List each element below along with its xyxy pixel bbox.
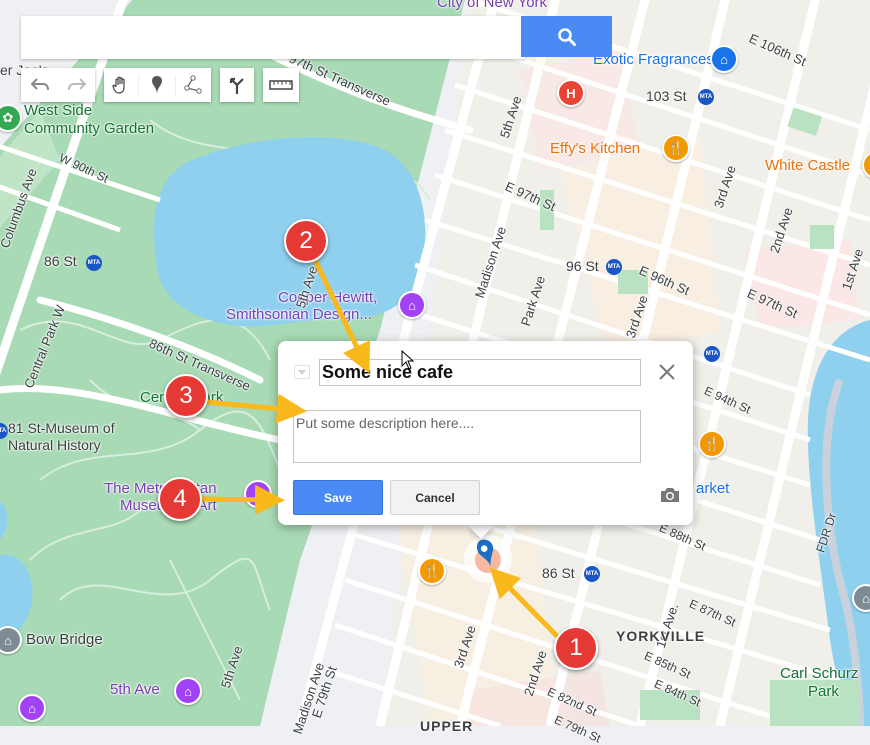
- search-input[interactable]: [21, 16, 525, 59]
- redo-button[interactable]: [58, 78, 95, 92]
- hospital-icon[interactable]: H: [557, 79, 585, 107]
- pan-tool-button[interactable]: [104, 75, 140, 95]
- museum-icon[interactable]: ⌂: [398, 291, 426, 319]
- measure-button[interactable]: [263, 68, 299, 102]
- ruler-icon: [269, 80, 293, 90]
- carl-schurz-label-1: Carl Schurz: [780, 665, 859, 682]
- annotation-badge-1: 1: [554, 626, 598, 670]
- directions-button[interactable]: [220, 68, 254, 102]
- undo-redo-group: [21, 68, 95, 102]
- metro-icon[interactable]: MTA: [606, 259, 622, 275]
- metro-icon[interactable]: MTA: [86, 255, 102, 271]
- natural-history-label-2: Natural History: [8, 437, 101, 453]
- hand-icon: [112, 76, 125, 94]
- drawing-tools-group: [104, 68, 211, 102]
- annotation-badge-2: 2: [284, 219, 328, 263]
- museum-icon[interactable]: ⌂: [18, 694, 46, 722]
- annotation-badge-4: 4: [158, 477, 202, 521]
- museum-icon[interactable]: ⌂: [174, 677, 202, 705]
- redo-icon: [67, 78, 86, 91]
- close-icon[interactable]: [656, 361, 678, 383]
- add-marker-button[interactable]: [139, 75, 176, 95]
- restaurant-icon[interactable]: 🍴: [418, 557, 446, 585]
- museum-icon[interactable]: ⌂: [244, 480, 272, 508]
- metro-icon[interactable]: MTA: [698, 89, 714, 105]
- marker-title-input[interactable]: [319, 359, 641, 386]
- city-of-new-york-label: City of New York: [437, 0, 548, 11]
- metro-icon[interactable]: MTA: [584, 566, 600, 582]
- yorkville-label: YORKVILLE: [616, 628, 706, 644]
- shopping-icon[interactable]: ⌂: [710, 45, 738, 73]
- annotation-badge-3: 3: [164, 374, 208, 418]
- marker-icon: [152, 76, 162, 94]
- metro-icon[interactable]: MTA: [704, 346, 720, 362]
- undo-icon: [30, 78, 49, 91]
- placed-marker[interactable]: [463, 534, 513, 584]
- restaurant-icon[interactable]: 🍴: [698, 430, 726, 458]
- west-side-garden-label-2: Community Garden: [24, 120, 155, 137]
- search-button[interactable]: [521, 16, 612, 57]
- draw-line-icon: [184, 75, 203, 94]
- station-86st-east-label: 86 St: [542, 565, 575, 581]
- white-castle-label: White Castle: [765, 157, 851, 174]
- camera-icon[interactable]: [659, 486, 681, 504]
- restaurant-icon[interactable]: 🍴: [662, 134, 690, 162]
- bow-bridge-label: Bow Bridge: [26, 631, 103, 648]
- cancel-button[interactable]: Cancel: [390, 480, 480, 515]
- station-86st-west-label: 86 St: [44, 253, 77, 269]
- fifth-ave-label: 5th Ave: [110, 681, 160, 698]
- save-button[interactable]: Save: [293, 480, 383, 515]
- station-96st-label: 96 St: [566, 258, 599, 274]
- station-103st-label: 103 St: [646, 88, 687, 104]
- market-label: arket: [696, 480, 730, 497]
- search-icon: [557, 27, 576, 46]
- directions-icon: [229, 77, 244, 94]
- effys-kitchen-label: Effy's Kitchen: [550, 140, 641, 157]
- mouse-cursor-icon: [401, 350, 415, 370]
- west-side-garden-label-1: West Side: [24, 102, 93, 119]
- carl-schurz-label-2: Park: [808, 683, 839, 700]
- cooper-hewitt-label-2: Smithsonian Design...: [226, 306, 372, 323]
- natural-history-label-1: 81 St-Museum of: [8, 420, 115, 436]
- marker-description-input[interactable]: [293, 410, 641, 463]
- draw-line-button[interactable]: [176, 75, 211, 95]
- undo-button[interactable]: [21, 78, 58, 92]
- style-dropdown-icon[interactable]: [294, 365, 310, 379]
- upper-label: UPPER: [420, 718, 474, 734]
